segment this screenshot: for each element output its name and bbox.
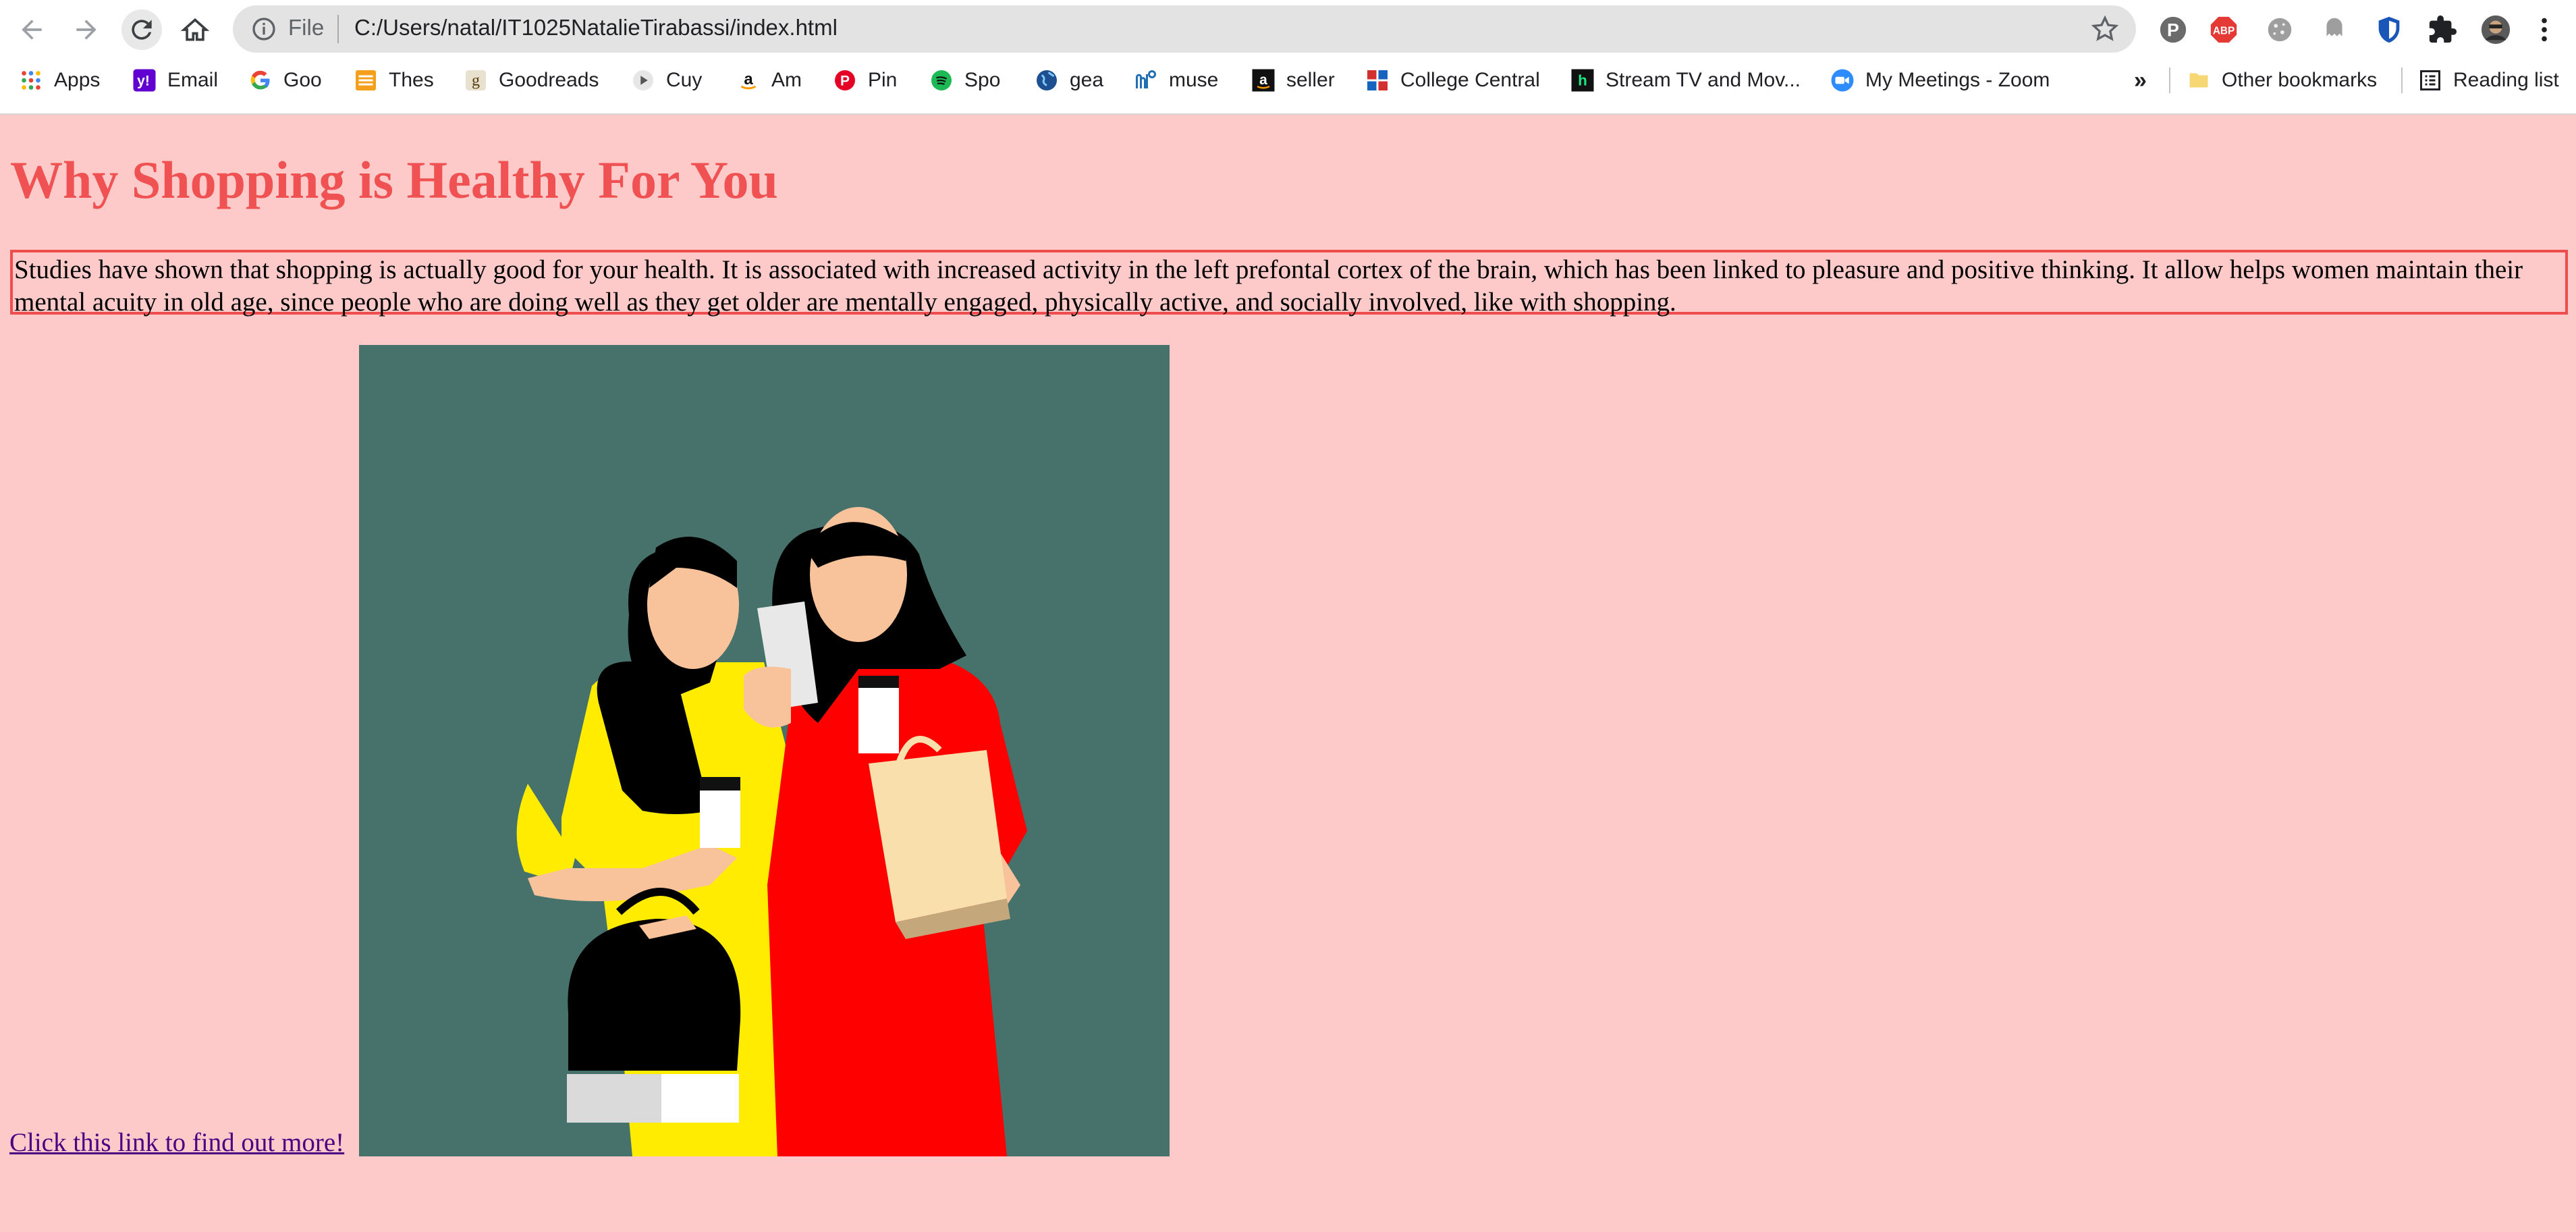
bookmark-label: Email (167, 69, 219, 91)
folder-icon (2189, 73, 2208, 88)
address-bar[interactable]: File C:/Users/natal/IT1025NatalieTirabas… (233, 5, 2136, 53)
bookmarks-divider (2169, 68, 2170, 93)
find-out-more-link[interactable]: Click this link to find out more! (9, 1127, 344, 1158)
browser-chrome: File C:/Users/natal/IT1025NatalieTirabas… (0, 0, 2576, 115)
page-title: Why Shopping is Healthy For You (10, 151, 778, 209)
scheme-label: File (288, 15, 325, 40)
reading-list-icon (2420, 70, 2440, 90)
college-central-icon (1367, 70, 1388, 90)
pinterest-icon: P (835, 70, 855, 90)
hulu-icon: h (1571, 69, 1594, 92)
ghostery-icon (2326, 18, 2342, 36)
bookmark-hulu[interactable]: h Stream TV and Mov... (1570, 65, 1801, 96)
bookmark-label: Apps (54, 69, 101, 91)
browser-menu-button[interactable] (2524, 9, 2565, 50)
amazon-icon: a (740, 70, 757, 90)
bookmark-label: College Central (1400, 69, 1540, 91)
bookmark-label: Cuy (666, 69, 703, 91)
bookmark-google[interactable]: Goo (248, 65, 322, 96)
bookmark-label: Am (771, 69, 802, 91)
svg-text:h: h (1578, 72, 1587, 89)
google-icon (250, 70, 270, 90)
apps-grid-icon (22, 71, 40, 90)
bookmark-pinterest[interactable]: P Pin (833, 65, 897, 96)
bookmarks-overflow-button[interactable]: » (2134, 65, 2147, 96)
bookmark-label: Thes (389, 69, 434, 91)
ghostery-extension[interactable] (2314, 9, 2355, 50)
bookmark-muse[interactable]: muse (1134, 65, 1218, 96)
bookmarks-divider (2401, 68, 2403, 93)
home-button[interactable] (175, 9, 215, 50)
zoom-icon (1831, 69, 1854, 92)
bookmark-cuy[interactable]: Cuy (631, 65, 702, 96)
bookmark-label: gea (1070, 69, 1104, 91)
bookmark-spotify[interactable]: Spo (929, 65, 1000, 96)
profile-avatar-icon (2481, 15, 2511, 45)
back-button[interactable] (11, 9, 52, 50)
bookmark-label: Pin (868, 69, 898, 91)
info-icon[interactable] (250, 16, 277, 43)
adblock-plus-extension[interactable]: ABP (2203, 9, 2244, 50)
shopping-women-illustration (359, 345, 1170, 1156)
bookmark-zoom[interactable]: My Meetings - Zoom (1830, 65, 2050, 96)
bookmark-college-central[interactable]: College Central (1365, 65, 1540, 96)
bookmarks-bar: Apps y! Email Goo Thes g Goodreads Cuy a… (0, 61, 2576, 100)
bookmark-seller[interactable]: a seller (1251, 65, 1335, 96)
extensions-button[interactable] (2422, 9, 2463, 50)
svg-text:P: P (2167, 20, 2179, 41)
forward-arrow-icon (76, 20, 97, 40)
goodreads-icon: g (466, 70, 486, 90)
svg-text:g: g (472, 72, 480, 90)
pinterest-extension[interactable]: P (2153, 9, 2193, 50)
play-icon (633, 70, 653, 90)
puzzle-extensions-icon (2429, 15, 2457, 43)
spotify-icon (931, 70, 952, 90)
reload-button[interactable] (121, 9, 162, 50)
reload-icon (132, 20, 152, 40)
svg-text:ABP: ABP (2213, 26, 2235, 37)
intro-paragraph: Studies have shown that shopping is actu… (10, 250, 2568, 317)
address-separator (337, 15, 339, 43)
bookmark-label: Stream TV and Mov... (1606, 69, 1801, 91)
bookmark-email[interactable]: y! Email (132, 65, 218, 96)
other-bookmarks-folder[interactable]: Other bookmarks (2187, 65, 2377, 96)
bookmark-label: Other bookmarks (2222, 69, 2378, 91)
bookmark-goodreads[interactable]: g Goodreads (464, 65, 599, 96)
shield-extension[interactable] (2369, 9, 2409, 50)
pinterest-icon: P (2160, 16, 2187, 43)
women-shopping-image (359, 345, 1170, 1156)
globe-icon (1037, 70, 1057, 90)
url-text[interactable]: C:/Users/natal/IT1025NatalieTirabassi/in… (354, 15, 838, 41)
bookmark-amazon[interactable]: a Am (736, 65, 802, 96)
adblock-plus-icon: ABP (2210, 16, 2237, 43)
forward-button[interactable] (66, 9, 107, 50)
home-icon (180, 18, 210, 41)
svg-text:a: a (1259, 72, 1267, 88)
profile-button[interactable] (2475, 9, 2516, 50)
kebab-menu-icon (2542, 18, 2547, 42)
thesaurus-icon (356, 70, 376, 90)
bookmark-apps[interactable]: Apps (19, 65, 100, 96)
bookmark-label: Goo (283, 69, 322, 91)
bookmark-label: seller (1286, 69, 1335, 91)
bookmark-label: Goodreads (499, 69, 599, 91)
bookmark-thesaurus[interactable]: Thes (354, 65, 434, 96)
shield-icon (2378, 16, 2400, 43)
bookmark-label: muse (1169, 69, 1219, 91)
bookmark-label: My Meetings - Zoom (1865, 69, 2050, 91)
yahoo-icon: y! (133, 69, 156, 92)
bookmark-label: Spo (964, 69, 1001, 91)
bookmark-gea[interactable]: gea (1035, 65, 1103, 96)
cookie-extension[interactable] (2259, 9, 2300, 50)
bookmark-star-icon[interactable] (2090, 14, 2120, 44)
cookie-icon (2268, 18, 2292, 42)
amazon-seller-icon: a (1252, 69, 1275, 92)
svg-text:P: P (840, 74, 850, 89)
reading-list-button[interactable]: Reading list (2418, 65, 2559, 96)
svg-text:y!: y! (137, 74, 150, 89)
bookmark-label: Reading list (2453, 69, 2559, 91)
back-arrow-icon (22, 20, 42, 40)
muse-icon (1136, 70, 1156, 88)
svg-text:a: a (744, 70, 753, 88)
